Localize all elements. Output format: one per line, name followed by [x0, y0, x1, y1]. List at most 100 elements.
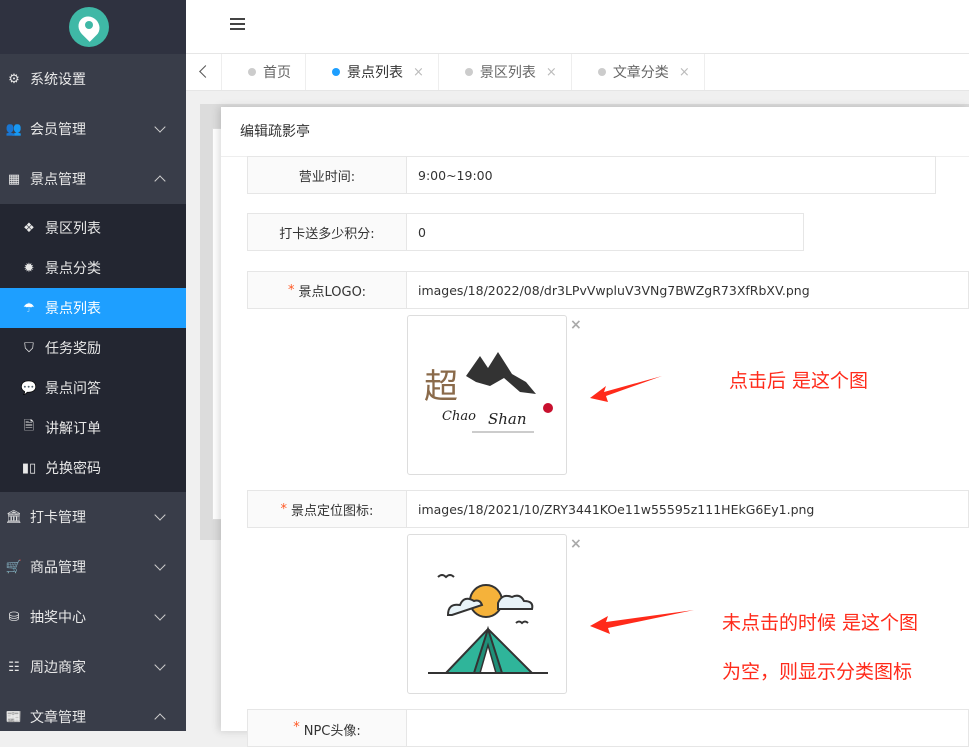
gears-icon: ⚙ [8, 71, 20, 87]
sidebar-item-label: 系统设置 [30, 72, 86, 88]
chevron-down-icon [154, 121, 166, 133]
marker-path-input[interactable]: images/18/2021/10/ZRY3441KOe11w55595z111… [407, 490, 969, 528]
annotation-before-click: 未点击的时候 是这个图 [722, 612, 919, 634]
tab-scenic-list[interactable]: 景区列表 × [439, 54, 572, 90]
sidebar-item-lottery-center[interactable]: ⛁ 抽奖中心 [0, 592, 186, 642]
tab-dot-icon [464, 68, 473, 76]
audio-file-icon: 🗎 [23, 419, 35, 434]
sidebar-item-member-management[interactable]: 👥 会员管理 [0, 104, 186, 154]
required-mark: * [280, 501, 288, 517]
tab-home[interactable]: 首页 [222, 54, 306, 90]
tab-bar: 首页 景点列表 × 景区列表 × 文章分类 × [186, 54, 969, 91]
grid-icon: ▦ [7, 171, 21, 187]
sidebar: ⚙ 系统设置 👥 会员管理 ▦ 景点管理 ❖ 景区列表 ✹ 景点分类 ☂ 景点列… [0, 0, 186, 731]
logo-seal-shape [543, 403, 553, 413]
tab-close-icon[interactable]: × [546, 65, 557, 80]
sidebar-item-label: 打卡管理 [30, 510, 86, 526]
tab-close-icon[interactable]: × [413, 65, 424, 80]
required-mark: * [288, 282, 295, 298]
sidebar-item-label: 商品管理 [30, 560, 86, 576]
npc-path-input[interactable] [407, 709, 969, 747]
sidebar-subitem-attraction-qa[interactable]: 💬 景点问答 [0, 368, 186, 408]
tab-label: 首页 [263, 65, 291, 81]
marker-delete-icon[interactable]: × [570, 536, 582, 552]
sidebar-subitem-task-reward[interactable]: ⛉ 任务奖励 [0, 328, 186, 368]
edit-modal: 编辑疏影亭 营业时间: 9:00~19:00 打卡送多少积分: 0 * 景点LO… [221, 107, 969, 747]
sidebar-subitem-attraction-category[interactable]: ✹ 景点分类 [0, 248, 186, 288]
tab-label: 文章分类 [612, 65, 669, 81]
logo-image: 超 Chao Shan [424, 352, 553, 433]
form-row-logo: * 景点LOGO: images/18/2022/08/dr3LPvVwpluV… [247, 271, 969, 309]
field-label-text: 景点LOGO: [298, 284, 366, 300]
sidebar-item-product-management[interactable]: 🛒 商品管理 [0, 542, 186, 592]
gear-icon: ✹ [23, 260, 35, 276]
logo-image-preview[interactable]: 超 Chao Shan [407, 315, 567, 475]
sidebar-item-label: 周边商家 [30, 660, 86, 676]
newspaper-icon: 📰 [5, 709, 23, 725]
field-label-text: 景点定位图标: [291, 503, 374, 519]
chevron-up-icon [154, 713, 166, 725]
sidebar-item-nearby-merchants[interactable]: ☷ 周边商家 [0, 642, 186, 692]
field-label: * 景点定位图标: [247, 490, 407, 528]
sidebar-subitem-redeem-code[interactable]: ▮▯ 兑换密码 [0, 448, 186, 488]
tab-dot-icon [332, 68, 340, 76]
chevron-down-icon [154, 609, 166, 621]
points-input[interactable]: 0 [407, 213, 804, 251]
database-icon: ⛁ [8, 609, 20, 625]
sidebar-item-attraction-management[interactable]: ▦ 景点管理 [0, 154, 186, 204]
logo-delete-icon[interactable]: × [570, 317, 582, 333]
chevron-up-icon [154, 175, 166, 187]
field-label: * NPC头像: [247, 709, 407, 747]
chevron-down-icon [154, 509, 166, 521]
annotation-arrow-2 [590, 610, 694, 634]
tab-close-icon[interactable]: × [679, 65, 690, 80]
tab-attraction-list[interactable]: 景点列表 × [306, 54, 439, 90]
shield-icon: ⛉ [24, 340, 34, 356]
sidebar-subitem-label: 讲解订单 [45, 421, 101, 437]
sidebar-subitem-guide-orders[interactable]: 🗎 讲解订单 [0, 408, 186, 448]
tab-scroll-left-icon[interactable] [186, 54, 222, 90]
sidebar-item-checkin-management[interactable]: 🏛 打卡管理 [0, 492, 186, 542]
users-icon: 👥 [5, 121, 23, 137]
sidebar-subitem-label: 兑换密码 [45, 461, 101, 477]
tab-dot-icon [248, 68, 256, 76]
form-row-points: 打卡送多少积分: 0 [247, 213, 804, 251]
tab-dot-icon [597, 68, 606, 76]
sidebar-subitem-label: 景区列表 [45, 221, 101, 237]
sitemap-icon: ☷ [8, 659, 20, 675]
cubes-icon: ❖ [23, 220, 35, 236]
umbrella-icon: ☂ [23, 300, 35, 316]
sidebar-subitem-label: 任务奖励 [45, 341, 101, 357]
form-row-npc: * NPC头像: [247, 709, 969, 747]
barcode-icon: ▮▯ [21, 460, 37, 476]
field-label-text: NPC头像: [303, 724, 361, 739]
logo-image-en-text-2: Shan [488, 410, 527, 428]
sidebar-subitem-attraction-list[interactable]: ☂ 景点列表 [0, 288, 186, 328]
chevron-down-icon [154, 659, 166, 671]
logo-path-input[interactable]: images/18/2022/08/dr3LPvVwpluV3VNg7BWZgR… [407, 271, 969, 309]
sidebar-subitem-label: 景点分类 [45, 261, 101, 277]
annotation-arrow-1 [590, 376, 662, 402]
tab-article-category[interactable]: 文章分类 × [572, 54, 705, 90]
sidebar-item-article-management[interactable]: 📰 文章管理 [0, 692, 186, 731]
hours-input[interactable]: 9:00~19:00 [407, 156, 936, 194]
sidebar-item-system-settings[interactable]: ⚙ 系统设置 [0, 54, 186, 104]
chevron-down-icon [154, 559, 166, 571]
app-logo-icon[interactable] [69, 7, 109, 47]
logo-mountain-shape [466, 352, 536, 394]
sidebar-submenu: ❖ 景区列表 ✹ 景点分类 ☂ 景点列表 ⛉ 任务奖励 💬 景点问答 🗎 讲解订… [0, 204, 186, 492]
field-label: * 景点LOGO: [247, 271, 407, 309]
sidebar-item-label: 文章管理 [30, 710, 86, 726]
bank-icon: 🏛 [5, 509, 23, 525]
tent-icon [428, 574, 548, 674]
marker-image-preview[interactable] [407, 534, 567, 694]
sidebar-item-label: 抽奖中心 [30, 610, 86, 626]
sidebar-subitem-label: 景点问答 [45, 381, 101, 397]
field-label: 打卡送多少积分: [247, 213, 407, 251]
menu-toggle-icon[interactable] [230, 18, 245, 30]
cart-icon: 🛒 [5, 559, 23, 575]
sidebar-subitem-scenic-list[interactable]: ❖ 景区列表 [0, 208, 186, 248]
modal-title: 编辑疏影亭 [221, 107, 969, 157]
top-bar [186, 0, 969, 54]
annotation-empty-note: 为空，则显示分类图标 [722, 661, 913, 683]
